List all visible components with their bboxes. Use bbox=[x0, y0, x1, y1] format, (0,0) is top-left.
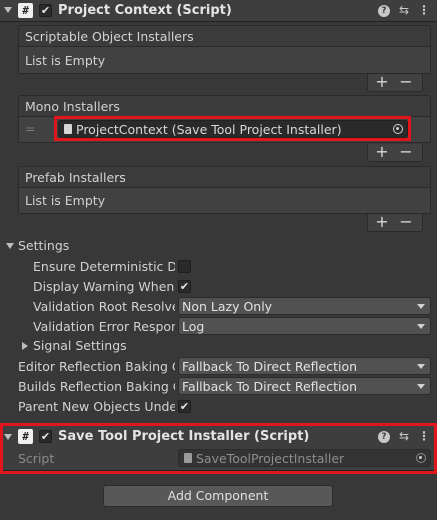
editor-reflection-dropdown[interactable]: Fallback To Direct Reflection bbox=[178, 357, 431, 375]
mono-installers-label: Mono Installers bbox=[25, 99, 120, 114]
mono-installers-footer: + − bbox=[367, 143, 423, 162]
prefab-installers-list: List is Empty bbox=[18, 188, 431, 214]
dropdown-arrow-icon bbox=[417, 384, 425, 389]
drag-handle-icon[interactable]: = bbox=[25, 121, 35, 136]
list-empty-text: List is Empty bbox=[25, 193, 106, 208]
dropdown-arrow-icon bbox=[417, 324, 425, 329]
scriptable-installers-label: Scriptable Object Installers bbox=[25, 29, 194, 44]
validation-root-resolve-dropdown[interactable]: Non Lazy Only bbox=[178, 297, 431, 315]
signal-settings-label[interactable]: Signal Settings bbox=[33, 338, 127, 353]
component-title: Project Context (Script) bbox=[58, 3, 232, 18]
help-icon[interactable]: ? bbox=[378, 5, 390, 17]
prefab-installers-label: Prefab Installers bbox=[25, 170, 126, 185]
dropdown-arrow-icon bbox=[417, 364, 425, 369]
display-warning-checkbox[interactable]: ✔ bbox=[178, 280, 191, 293]
builds-reflection-label: Builds Reflection Baking Co bbox=[18, 379, 175, 394]
signal-settings-foldout-icon[interactable] bbox=[22, 342, 28, 350]
parent-new-objects-label: Parent New Objects Under ( bbox=[18, 399, 175, 414]
dropdown-value: Log bbox=[182, 319, 205, 334]
builds-reflection-dropdown[interactable]: Fallback To Direct Reflection bbox=[178, 377, 431, 395]
scriptable-installers-footer: + − bbox=[367, 73, 423, 92]
list-empty-text: List is Empty bbox=[25, 53, 106, 68]
prefab-installers-header: Prefab Installers bbox=[18, 166, 431, 188]
csharp-script-icon: # bbox=[18, 3, 33, 18]
component-enabled-checkbox[interactable]: ✔ bbox=[39, 4, 52, 17]
ensure-deterministic-checkbox[interactable] bbox=[178, 260, 191, 273]
dropdown-arrow-icon bbox=[417, 304, 425, 309]
mono-installers-header: Mono Installers bbox=[18, 95, 431, 117]
add-item-button[interactable]: + bbox=[373, 213, 391, 231]
project-context-header[interactable]: # ✔ Project Context (Script) ? ⇆ ⋮ bbox=[0, 0, 437, 22]
prefab-installers-footer: + − bbox=[367, 213, 423, 232]
more-options-icon[interactable]: ⋮ bbox=[417, 3, 431, 18]
add-component-button[interactable]: Add Component bbox=[103, 485, 333, 507]
foldout-arrow-icon[interactable] bbox=[4, 7, 12, 13]
settings-foldout-icon[interactable] bbox=[6, 243, 14, 249]
display-warning-label: Display Warning When Re bbox=[33, 279, 175, 294]
remove-item-button[interactable]: − bbox=[397, 143, 415, 161]
editor-reflection-label: Editor Reflection Baking Co bbox=[18, 359, 175, 374]
scriptable-installers-header: Scriptable Object Installers bbox=[18, 25, 431, 47]
add-item-button[interactable]: + bbox=[373, 73, 391, 91]
dropdown-value: Non Lazy Only bbox=[182, 299, 273, 314]
ensure-deterministic-label: Ensure Deterministic Des bbox=[33, 259, 175, 274]
validation-error-response-label: Validation Error Response bbox=[33, 319, 175, 334]
highlight-box bbox=[54, 116, 411, 141]
validation-error-response-dropdown[interactable]: Log bbox=[178, 317, 431, 335]
settings-label[interactable]: Settings bbox=[18, 238, 69, 253]
scriptable-installers-list: List is Empty bbox=[18, 47, 431, 74]
highlight-box bbox=[0, 423, 437, 474]
dropdown-value: Fallback To Direct Reflection bbox=[182, 379, 358, 394]
remove-item-button[interactable]: − bbox=[397, 73, 415, 91]
presets-icon[interactable]: ⇆ bbox=[397, 3, 411, 18]
validation-root-resolve-label: Validation Root Resolve M bbox=[33, 299, 175, 314]
dropdown-value: Fallback To Direct Reflection bbox=[182, 359, 358, 374]
add-item-button[interactable]: + bbox=[373, 143, 391, 161]
remove-item-button[interactable]: − bbox=[397, 213, 415, 231]
parent-new-objects-checkbox[interactable]: ✔ bbox=[178, 400, 191, 413]
